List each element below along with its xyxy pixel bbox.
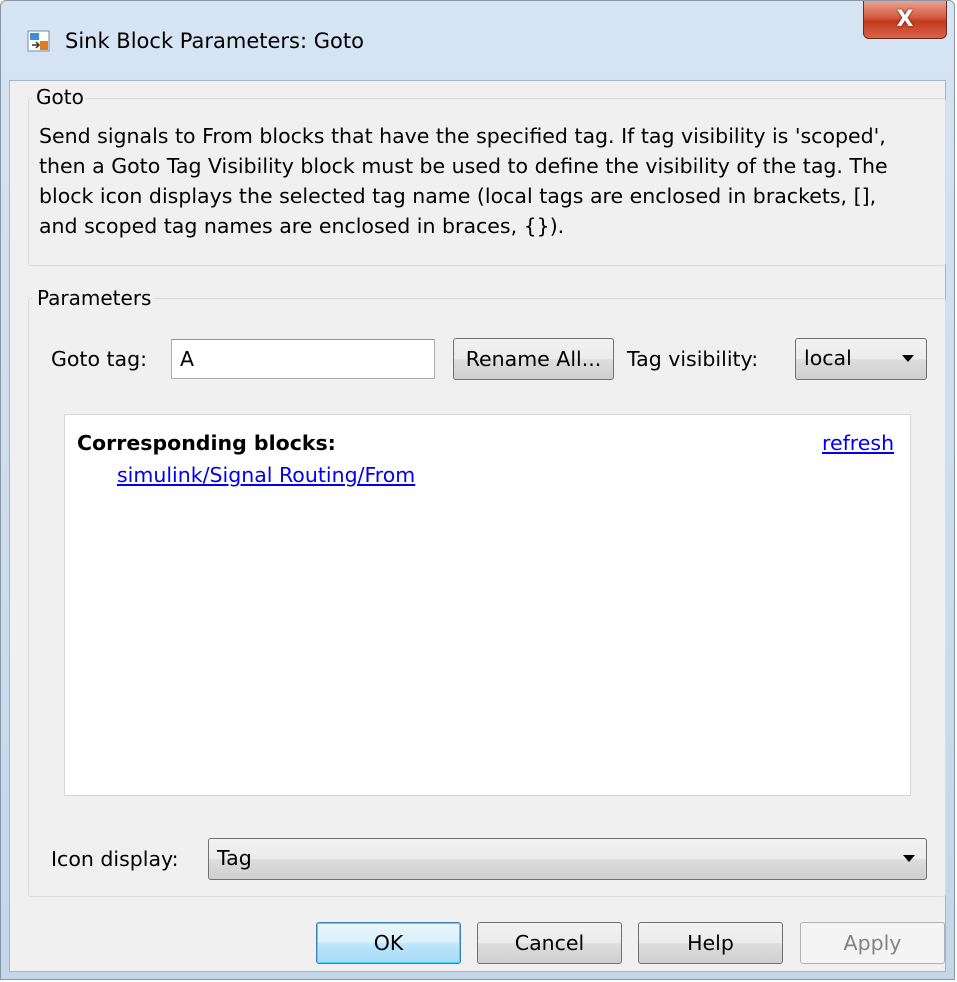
title-bar[interactable]: Sink Block Parameters: Goto X <box>1 1 954 81</box>
help-button[interactable]: Help <box>638 922 783 964</box>
apply-label: Apply <box>843 931 902 955</box>
corresponding-blocks-heading: Corresponding blocks: <box>77 431 336 455</box>
tag-visibility-select[interactable]: local <box>795 338 927 380</box>
cancel-label: Cancel <box>514 931 585 955</box>
goto-tag-input[interactable] <box>171 339 435 379</box>
window-title: Sink Block Parameters: Goto <box>65 29 364 53</box>
block-link[interactable]: simulink/Signal Routing/From <box>117 463 415 487</box>
cancel-button[interactable]: Cancel <box>477 922 622 964</box>
chevron-down-icon <box>903 855 915 862</box>
icon-display-label: Icon display: <box>51 847 179 871</box>
refresh-link[interactable]: refresh <box>822 431 894 455</box>
block-description: Send signals to From blocks that have th… <box>39 124 888 238</box>
icon-display-value: Tag <box>217 846 252 870</box>
icon-display-select[interactable]: Tag <box>208 838 927 880</box>
goto-tag-label: Goto tag: <box>51 347 148 371</box>
chevron-down-icon <box>902 355 914 362</box>
simulink-block-icon <box>27 30 50 52</box>
help-label: Help <box>687 931 734 955</box>
parameters-group-title: Parameters <box>33 286 154 310</box>
tag-visibility-value: local <box>804 346 852 370</box>
goto-group-title: Goto <box>32 85 86 109</box>
corresponding-blocks-panel: Corresponding blocks: refresh simulink/S… <box>64 414 911 796</box>
rename-all-button[interactable]: Rename All... <box>453 338 614 380</box>
ok-button[interactable]: OK <box>316 922 461 964</box>
tag-visibility-label: Tag visibility: <box>627 347 759 371</box>
rename-all-label: Rename All... <box>465 347 602 371</box>
close-icon: X <box>896 7 914 32</box>
dialog-window: Sink Block Parameters: Goto X Goto Send … <box>0 0 955 980</box>
apply-button[interactable]: Apply <box>800 922 945 964</box>
ok-label: OK <box>373 931 404 955</box>
close-button[interactable]: X <box>863 1 947 39</box>
